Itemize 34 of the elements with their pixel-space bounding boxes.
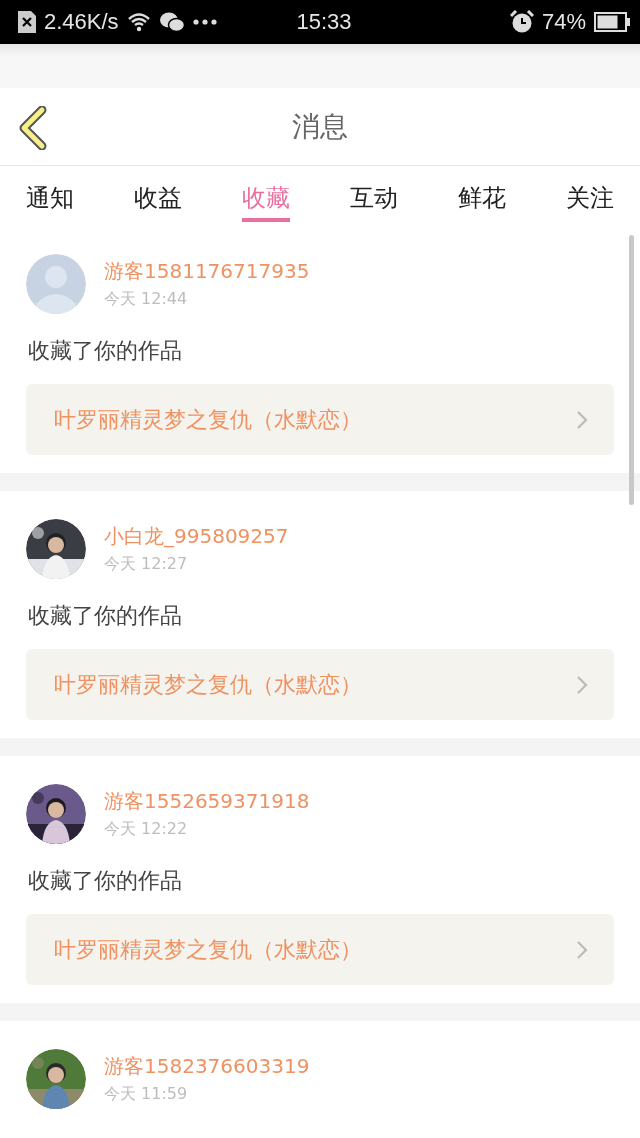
work-link[interactable]: 叶罗丽精灵梦之复仇（水默恋） — [26, 914, 614, 985]
message-text: 收藏了你的作品 — [28, 337, 183, 365]
tab[interactable]: 关注 — [566, 166, 614, 222]
user-name[interactable]: 游客1581176717935 — [104, 258, 310, 285]
clock-time: 15:33 — [295, 9, 353, 35]
chevron-icon — [576, 409, 588, 430]
tab[interactable]: 通知 — [26, 166, 74, 222]
wifi-icon — [126, 12, 151, 32]
more-icon — [192, 19, 217, 25]
message-time: 今天 12:27 — [104, 554, 189, 575]
tab[interactable]: 收藏 — [242, 166, 290, 222]
tab[interactable]: 收益 — [134, 166, 182, 222]
tab[interactable]: 鲜花 — [458, 166, 506, 222]
sim-card-icon — [18, 11, 36, 33]
avatar-icon — [26, 254, 86, 314]
message-text: 收藏了你的作品 — [28, 867, 183, 895]
work-link[interactable]: 叶罗丽精灵梦之复仇（水默恋） — [26, 384, 614, 455]
tab[interactable]: 互动 — [350, 166, 398, 222]
user-name[interactable]: 游客1552659371918 — [104, 788, 310, 815]
work-link[interactable]: 叶罗丽精灵梦之复仇（水默恋） — [26, 649, 614, 720]
message-time: 今天 11:59 — [104, 1084, 189, 1105]
user-name[interactable]: 小白龙_995809257 — [104, 523, 289, 550]
user-name[interactable]: 游客1582376603319 — [104, 1053, 310, 1080]
battery-icon — [594, 12, 630, 32]
chevron-icon — [576, 674, 588, 695]
page-title: 消息 — [292, 108, 348, 145]
alarm-icon — [509, 10, 534, 34]
network-speed: 2.46K/s — [44, 9, 119, 35]
message-time: 今天 12:22 — [104, 819, 189, 840]
battery-level: 74% — [541, 9, 586, 35]
message-text: 收藏了你的作品 — [28, 602, 183, 630]
message-time: 今天 12:44 — [104, 289, 189, 310]
chat-bubbles-icon — [158, 11, 185, 33]
chevron-icon — [576, 939, 588, 960]
